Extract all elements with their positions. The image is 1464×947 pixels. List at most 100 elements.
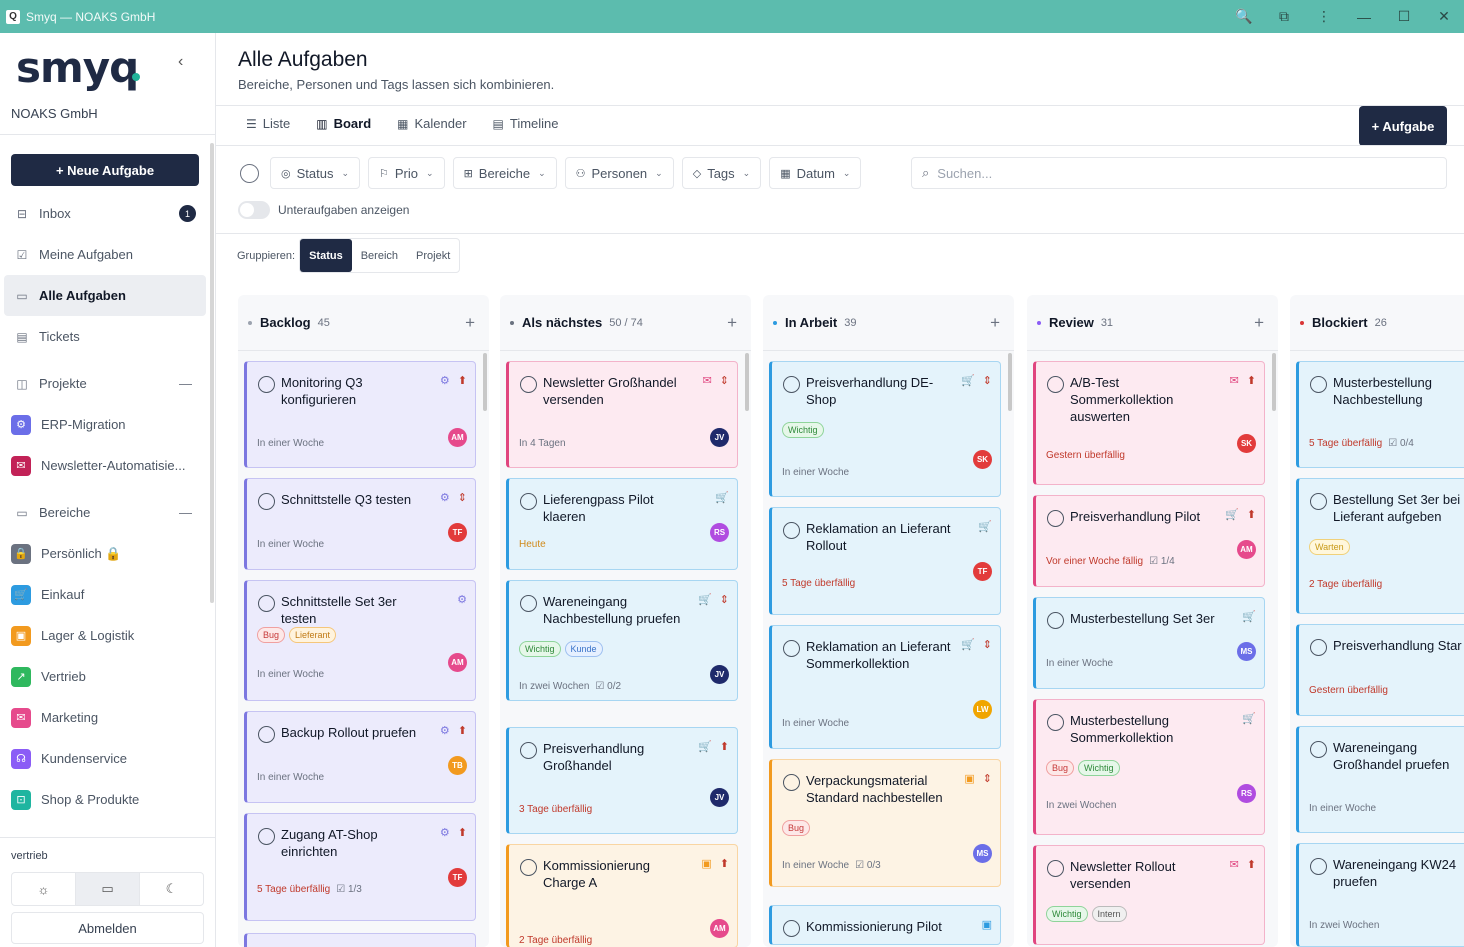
task-checkbox[interactable] — [1047, 714, 1064, 731]
close-button[interactable]: ✕ — [1424, 0, 1464, 33]
task-checkbox[interactable] — [783, 640, 800, 657]
tab-list[interactable]: ☰ Liste — [246, 116, 290, 131]
task-checkbox[interactable] — [520, 376, 537, 393]
task-checkbox[interactable] — [258, 828, 275, 845]
select-all-checkbox[interactable] — [240, 163, 259, 183]
minimize-button[interactable]: — — [1344, 0, 1384, 33]
filter-status[interactable]: ◎ Status ⌄ — [270, 157, 361, 189]
task-card[interactable]: Musterbestellung Set 3er 🛒 In einer Woche M… — [1033, 597, 1265, 689]
column-scrollbar[interactable] — [745, 353, 749, 411]
task-card[interactable]: Bestellung Set 3er bei Lieferant aufgebe… — [1296, 478, 1464, 614]
add-card-icon[interactable]: + — [990, 313, 1000, 333]
sidebar-section-projects[interactable]: ◫ Projekte — — [0, 363, 210, 404]
task-card[interactable]: Wareneingang Großhandel pruefen In einer … — [1296, 726, 1464, 833]
tab-timeline[interactable]: ▤ Timeline — [493, 116, 559, 131]
collapse-projects-icon[interactable]: — — [179, 376, 192, 391]
task-card[interactable]: Musterbestellung Sommerkollektion 🛒 Bug Wic… — [1033, 699, 1265, 835]
zoom-icon[interactable]: 🔍 — [1224, 0, 1264, 33]
sidebar-item-project[interactable]: ⚙ ERP-Migration — [0, 404, 210, 445]
task-checkbox[interactable] — [1047, 612, 1064, 629]
task-card[interactable]: Kommissionierung Charge A ▣ ⬆ 2 Tage überfä… — [506, 844, 738, 947]
sidebar-item-area[interactable]: ↗ Vertrieb — [0, 656, 210, 697]
task-checkbox[interactable] — [520, 859, 537, 876]
sidebar-item-area[interactable]: 🔒 Persönlich 🔒 — [0, 533, 210, 574]
logout-button[interactable]: Abmelden — [11, 912, 204, 944]
task-checkbox[interactable] — [1310, 858, 1327, 875]
tab-board[interactable]: ▥ Board — [316, 116, 371, 131]
task-checkbox[interactable] — [783, 376, 800, 393]
task-checkbox[interactable] — [1310, 376, 1327, 393]
add-card-icon[interactable]: + — [465, 313, 475, 333]
add-card-icon[interactable]: + — [727, 313, 737, 333]
collapse-sidebar-icon[interactable]: ‹ — [178, 53, 183, 71]
task-card[interactable]: Musterbestellung Nachbestellung 5 Tage üb… — [1296, 361, 1464, 468]
task-card[interactable]: Verpackungsmaterial Standard nachbestell… — [769, 759, 1001, 887]
task-checkbox[interactable] — [1310, 741, 1327, 758]
task-card[interactable]: Zugang AT-Shop einrichten ⚙ ⬆ 5 Tage überfä… — [244, 813, 476, 921]
task-card[interactable]: Reklamation an Lieferant Sommerkollektio… — [769, 625, 1001, 749]
task-checkbox[interactable] — [258, 595, 275, 612]
task-card[interactable]: Preisverhandlung DE-Shop 🛒 ⇕ Wichtig In eine… — [769, 361, 1001, 497]
sidebar-item-all-tasks[interactable]: ▭ Alle Aufgaben — [4, 275, 206, 316]
task-checkbox[interactable] — [1047, 860, 1064, 877]
task-checkbox[interactable] — [1310, 639, 1327, 656]
task-checkbox[interactable] — [258, 493, 275, 510]
collapse-areas-icon[interactable]: — — [179, 505, 192, 520]
group-area[interactable]: Bereich — [352, 239, 407, 272]
task-card[interactable]: Reklamation an Lieferant Rollout 🛒 5 Tage … — [769, 507, 1001, 615]
sidebar-item-project[interactable]: ✉ Newsletter-Automatisie... — [0, 445, 210, 486]
task-card[interactable]: Schnittstelle Set 3er testen ⚙ Bug Lieferan… — [244, 580, 476, 701]
sidebar-item-area[interactable]: 🛒 Einkauf — [0, 574, 210, 615]
column-scrollbar[interactable] — [1272, 353, 1276, 411]
task-card[interactable]: Wareneingang Nachbestellung pruefen 🛒 ⇕ Wic… — [506, 580, 738, 701]
sidebar-item-area[interactable]: ✉ Marketing — [0, 697, 210, 738]
column-scrollbar[interactable] — [483, 353, 487, 411]
tab-calendar[interactable]: ▦ Kalender — [397, 116, 466, 131]
group-status[interactable]: Status — [300, 239, 352, 272]
extension-icon[interactable]: ⧉ — [1264, 0, 1304, 33]
task-card[interactable]: Preisverhandlung Pilot 🛒 ⬆ Vor einer Woche … — [1033, 495, 1265, 587]
sidebar-item-inbox[interactable]: ⊟ Inbox 1 — [0, 193, 210, 234]
task-card[interactable]: Preisverhandlung Großhandel 🛒 ⬆ 3 Tage über… — [506, 727, 738, 834]
task-checkbox[interactable] — [520, 595, 537, 612]
task-card[interactable]: Kommissionierung Pilot ▣ — [769, 905, 1001, 945]
task-checkbox[interactable] — [520, 493, 537, 510]
column-scrollbar[interactable] — [1008, 353, 1012, 411]
task-card[interactable]: Preisverhandlung Star Gestern überfällig — [1296, 624, 1464, 716]
more-icon[interactable]: ⋮ — [1304, 0, 1344, 33]
sidebar-item-area[interactable]: ⊡ Shop & Produkte — [0, 779, 210, 820]
task-card[interactable]: Newsletter Großhandel versenden ✉ ⇕ In 4 Ta… — [506, 361, 738, 468]
task-card[interactable]: Lieferengpass Pilot klaeren 🛒 Heute RS — [506, 478, 738, 570]
subtasks-toggle[interactable] — [238, 201, 270, 219]
sidebar-item-area[interactable]: ☊ Kundenservice — [0, 738, 210, 779]
sidebar-item-my-tasks[interactable]: ☑ Meine Aufgaben — [0, 234, 210, 275]
task-checkbox[interactable] — [783, 774, 800, 791]
dark-theme-icon[interactable]: ☾ — [140, 873, 203, 905]
task-checkbox[interactable] — [783, 522, 800, 539]
task-checkbox[interactable] — [1310, 493, 1327, 510]
task-card[interactable]: A/B-Test Sommerkollektion auswerten ✉ ⬆ Ges… — [1033, 361, 1265, 485]
light-theme-icon[interactable]: ☼ — [12, 873, 76, 905]
task-card[interactable]: Backup Rollout pruefen ⚙ ⬆ In einer Woche TB — [244, 711, 476, 803]
filter-persons[interactable]: ⚇ Personen ⌄ — [564, 157, 674, 189]
new-task-button[interactable]: + Neue Aufgabe — [11, 154, 199, 186]
add-task-button[interactable]: + Aufgabe — [1359, 106, 1447, 146]
add-card-icon[interactable]: + — [1254, 313, 1264, 333]
filter-date[interactable]: ▦ Datum ⌄ — [769, 157, 862, 189]
task-card[interactable]: Monitoring Q3 konfigurieren ⚙ ⬆ In einer Wo… — [244, 361, 476, 468]
task-card[interactable]: Newsletter Rollout versenden ✉ ⬆ Wichtig Int… — [1033, 845, 1265, 945]
filter-tags[interactable]: ◇ Tags ⌄ — [681, 157, 762, 189]
search-input[interactable]: ⌕ Suchen... — [911, 157, 1447, 189]
task-checkbox[interactable] — [258, 376, 275, 393]
maximize-button[interactable]: ☐ — [1384, 0, 1424, 33]
system-theme-icon[interactable]: ▭ — [76, 873, 140, 905]
filter-areas[interactable]: ⊞ Bereiche ⌄ — [452, 157, 557, 189]
task-checkbox[interactable] — [1047, 510, 1064, 527]
sidebar-item-area[interactable]: ▣ Lager & Logistik — [0, 615, 210, 656]
task-card[interactable]: Wareneingang KW24 pruefen In zwei Wochen — [1296, 843, 1464, 947]
filter-prio[interactable]: ⚐ Prio ⌄ — [368, 157, 445, 189]
task-checkbox[interactable] — [783, 920, 800, 937]
task-card[interactable]: Schnittstelle Q3 testen ⚙ ⇕ In einer Woche T… — [244, 478, 476, 570]
task-checkbox[interactable] — [520, 742, 537, 759]
task-checkbox[interactable] — [1047, 376, 1064, 393]
